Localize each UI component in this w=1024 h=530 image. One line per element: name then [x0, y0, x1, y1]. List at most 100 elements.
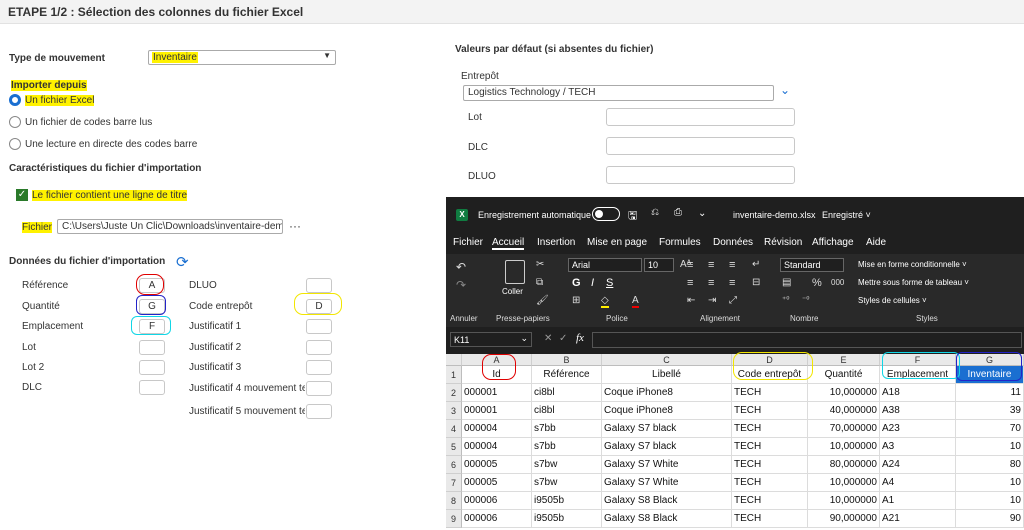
bold-icon[interactable]: G [572, 277, 581, 289]
field-input-justificatif3[interactable] [306, 360, 332, 375]
merge-icon[interactable]: ⊟ [752, 277, 760, 288]
table-cell[interactable]: Galaxy S7 black [602, 420, 732, 438]
table-cell[interactable]: TECH [732, 420, 808, 438]
field-input-justificatif5[interactable] [306, 404, 332, 419]
table-header-cell[interactable]: Libellé [602, 366, 732, 384]
field-input-lot2[interactable] [139, 360, 165, 375]
chevron-down-icon[interactable]: ⌄ [780, 83, 790, 97]
table-cell[interactable]: s7bb [532, 420, 602, 438]
radio-codes-barre-lus[interactable] [9, 116, 21, 128]
table-cell[interactable]: A23 [880, 420, 956, 438]
autosave-toggle[interactable] [592, 207, 620, 221]
col-header-e[interactable]: E [808, 354, 880, 366]
table-cell[interactable]: Coque iPhone8 [602, 384, 732, 402]
row-header[interactable]: 2 [446, 384, 462, 402]
row-header[interactable]: 6 [446, 456, 462, 474]
table-cell[interactable]: 000006 [462, 510, 532, 528]
menu-donnees[interactable]: Données [713, 237, 753, 248]
underline-icon[interactable]: S [606, 277, 613, 289]
field-input-lot[interactable] [139, 340, 165, 355]
table-cell[interactable]: i9505b [532, 492, 602, 510]
align-right-icon[interactable]: ≡ [729, 277, 735, 289]
table-cell[interactable]: 90 [956, 510, 1024, 528]
table-cell[interactable]: i9505b [532, 510, 602, 528]
menu-formules[interactable]: Formules [659, 237, 701, 248]
table-cell[interactable]: 80,000000 [808, 456, 880, 474]
table-cell[interactable]: 10 [956, 492, 1024, 510]
copy-icon[interactable]: ⧉ [536, 277, 543, 288]
table-cell[interactable]: 90,000000 [808, 510, 880, 528]
table-header-cell[interactable]: Quantité [808, 366, 880, 384]
field-input-dluo[interactable] [306, 278, 332, 293]
font-color-icon[interactable]: A [632, 295, 639, 308]
corner-select-all[interactable] [446, 354, 462, 366]
more-options-button[interactable]: ··· [289, 219, 301, 233]
table-cell[interactable]: 10,000000 [808, 384, 880, 402]
number-format-select[interactable]: Standard [780, 258, 844, 272]
table-cell[interactable]: TECH [732, 474, 808, 492]
default-dlc-input[interactable] [606, 137, 795, 155]
menu-affichage[interactable]: Affichage [812, 237, 854, 248]
table-format-button[interactable]: Mettre sous forme de tableau ˅ [858, 278, 969, 287]
indent-icon[interactable]: ⇤ [687, 295, 695, 306]
table-cell[interactable]: Galaxy S7 black [602, 438, 732, 456]
menu-accueil[interactable]: Accueil [492, 237, 525, 250]
table-cell[interactable]: A18 [880, 384, 956, 402]
cancel-formula-icon[interactable]: ✕ [544, 333, 552, 344]
table-cell[interactable]: s7bb [532, 438, 602, 456]
save-icon[interactable]: 🖫 [628, 207, 637, 226]
table-cell[interactable]: 10,000000 [808, 438, 880, 456]
print-icon[interactable]: ⎙ [674, 207, 682, 218]
percent-button[interactable]: % [812, 277, 822, 289]
table-cell[interactable]: Galaxy S7 White [602, 474, 732, 492]
row-header[interactable]: 5 [446, 438, 462, 456]
insert-function-button[interactable]: fx [576, 332, 584, 344]
table-cell[interactable]: 70 [956, 420, 1024, 438]
table-cell[interactable]: 70,000000 [808, 420, 880, 438]
outdent-icon[interactable]: ⇥ [708, 295, 716, 306]
table-cell[interactable]: s7bw [532, 474, 602, 492]
menu-aide[interactable]: Aide [866, 237, 886, 248]
table-cell[interactable]: A1 [880, 492, 956, 510]
table-cell[interactable]: 10,000000 [808, 474, 880, 492]
radio-lecture-directe[interactable] [9, 138, 21, 150]
cond-format-button[interactable]: Mise en forme conditionnelle ˅ [858, 260, 967, 269]
table-cell[interactable]: 10 [956, 474, 1024, 492]
table-cell[interactable]: Galaxy S7 White [602, 456, 732, 474]
undo-icon[interactable]: ⎌ [651, 207, 659, 218]
table-cell[interactable]: 10,000000 [808, 492, 880, 510]
align-bottom-icon[interactable]: ≡ [729, 259, 735, 271]
formula-input[interactable] [592, 332, 1022, 348]
table-cell[interactable]: ci8bl [532, 384, 602, 402]
wrap-text-icon[interactable]: ↵ [752, 259, 760, 270]
table-cell[interactable]: 40,000000 [808, 402, 880, 420]
customize-toolbar-icon[interactable]: ⌄ [698, 208, 706, 219]
redo-ribbon-icon[interactable]: ↷ [456, 278, 466, 292]
italic-icon[interactable]: I [591, 277, 594, 289]
table-cell[interactable]: A24 [880, 456, 956, 474]
orientation-icon[interactable]: ⤢ [729, 295, 737, 306]
col-header-c[interactable]: C [602, 354, 732, 366]
cut-icon[interactable]: ✂ [536, 259, 544, 270]
currency-icon[interactable]: ▤ [782, 277, 791, 288]
table-cell[interactable]: 000005 [462, 456, 532, 474]
table-cell[interactable]: TECH [732, 438, 808, 456]
row-header[interactable]: 3 [446, 402, 462, 420]
field-input-justificatif1[interactable] [306, 319, 332, 334]
align-left-icon[interactable]: ≡ [687, 277, 693, 289]
menu-revision[interactable]: Révision [764, 237, 802, 248]
saved-status[interactable]: Enregistré ˅ [822, 210, 871, 220]
menu-mise-en-page[interactable]: Mise en page [587, 237, 647, 248]
font-name-select[interactable]: Arial [568, 258, 642, 272]
field-input-justificatif4[interactable] [306, 381, 332, 396]
col-header-b[interactable]: B [532, 354, 602, 366]
row-header[interactable]: 8 [446, 492, 462, 510]
thousands-button[interactable]: 000 [831, 278, 844, 287]
font-size-select[interactable]: 10 [644, 258, 674, 272]
table-cell[interactable]: ci8bl [532, 402, 602, 420]
type-mouvement-select[interactable]: Inventaire ▼ [148, 50, 336, 65]
table-cell[interactable]: 000004 [462, 420, 532, 438]
table-cell[interactable]: A3 [880, 438, 956, 456]
table-cell[interactable]: s7bw [532, 456, 602, 474]
table-cell[interactable]: TECH [732, 456, 808, 474]
